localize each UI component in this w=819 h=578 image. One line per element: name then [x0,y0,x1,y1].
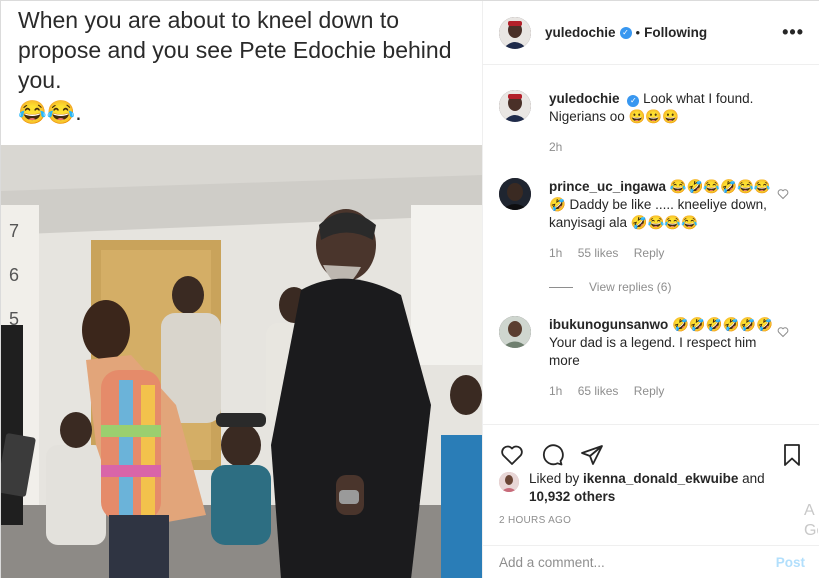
comment-time[interactable]: 1h [549,246,562,260]
post-photo: 7 6 5 3 1 [1,145,482,578]
avatar[interactable] [499,16,531,49]
bookmark-glyph [784,443,800,466]
liked-by-user[interactable]: ikenna_donald_ekwuibe [583,471,738,486]
post-comment-button[interactable]: Post [776,555,805,570]
comment-time[interactable]: 1h [549,384,562,398]
add-comment-bar: Post [483,545,819,578]
meme-caption-text: When you are about to kneel down to prop… [18,7,452,93]
avatar-image [499,178,531,210]
comments-list[interactable]: yuledochie ✓ Look what I found. Nigerian… [483,66,819,424]
liked-by-prefix: Liked by [529,471,584,486]
more-icon[interactable]: ••• [782,22,804,43]
comment-username[interactable]: yuledochie [549,91,620,106]
post-actions-bar [483,424,819,474]
like-heart-glyph [777,189,789,200]
comment-username[interactable]: ibukunogunsanwo [549,317,668,332]
comment-meta: 2h [549,138,777,156]
liked-by-count[interactable]: 10,932 others [529,489,615,504]
separator-dot: • [635,25,641,40]
comment-likes[interactable]: 65 likes [578,384,619,398]
verified-badge-icon: ✓ [627,95,640,107]
bookmark-icon[interactable] [779,442,805,468]
owner-caption-comment: yuledochie ✓ Look what I found. Nigerian… [499,90,805,156]
heart-icon[interactable] [499,442,525,468]
reply-button[interactable]: Reply [634,246,665,260]
edge-overlay-text: A Go [804,502,818,539]
avatar-image [499,90,531,122]
instagram-post-window: When you are about to kneel down to prop… [0,0,819,578]
following-button[interactable]: Following [644,25,707,40]
like-heart-glyph [777,327,789,338]
post-timestamp[interactable]: 2 HOURS AGO [499,515,571,526]
add-comment-input[interactable] [499,555,776,570]
comment-icon[interactable] [539,442,565,468]
reply-button[interactable]: Reply [634,384,665,398]
comment-likes[interactable]: 55 likes [578,246,619,260]
comment-item: ibukunogunsanwo 🤣🤣🤣🤣🤣🤣 Your dad is a leg… [499,316,805,400]
like-heart-icon[interactable] [777,188,789,203]
comment-meta: 1h 65 likes Reply [549,382,777,400]
share-icon[interactable] [579,442,605,468]
view-replies-button[interactable]: View replies (6) [549,280,805,294]
photo-illustration: 7 6 5 3 1 [1,145,482,578]
share-glyph [581,444,603,465]
post-author-username[interactable]: yuledochie [545,25,616,40]
comment-body: yuledochie ✓ Look what I found. Nigerian… [549,90,777,156]
like-heart-icon[interactable] [777,326,789,341]
heart-glyph [501,445,523,465]
avatar-image [499,472,519,492]
meme-caption: When you are about to kneel down to prop… [1,1,482,145]
view-replies-line [549,286,573,288]
avatar-image [499,16,531,49]
comment-item: prince_uc_ingawa 😂🤣😂🤣😂😂🤣 Daddy be like .… [499,178,805,262]
liked-by: Liked by ikenna_donald_ekwuibe and 10,93… [499,470,765,506]
meme-caption-emoji: 😂😂. [18,99,82,125]
svg-text:6: 6 [9,265,19,285]
avatar[interactable] [499,178,531,210]
comment-meta: 1h 55 likes Reply [549,244,777,262]
comment-body: prince_uc_ingawa 😂🤣😂🤣😂😂🤣 Daddy be like .… [549,178,777,262]
view-replies-label: View replies (6) [589,280,672,294]
comment-body: ibukunogunsanwo 🤣🤣🤣🤣🤣🤣 Your dad is a leg… [549,316,777,400]
svg-text:7: 7 [9,221,19,241]
avatar[interactable] [499,90,531,122]
avatar[interactable] [499,316,531,348]
post-media[interactable]: When you are about to kneel down to prop… [1,1,482,578]
comment-time[interactable]: 2h [549,140,562,154]
comment-glyph [542,443,564,465]
avatar-image [499,316,531,348]
post-header: yuledochie ✓ • Following ••• [483,1,819,65]
liked-by-mid: and [738,471,765,486]
post-side-panel: yuledochie ✓ • Following ••• yuledochie [482,1,819,578]
liked-by-text: Liked by ikenna_donald_ekwuibe and 10,93… [529,470,765,506]
comment-username[interactable]: prince_uc_ingawa [549,179,666,194]
avatar[interactable] [499,472,519,492]
verified-badge-icon: ✓ [619,26,632,39]
